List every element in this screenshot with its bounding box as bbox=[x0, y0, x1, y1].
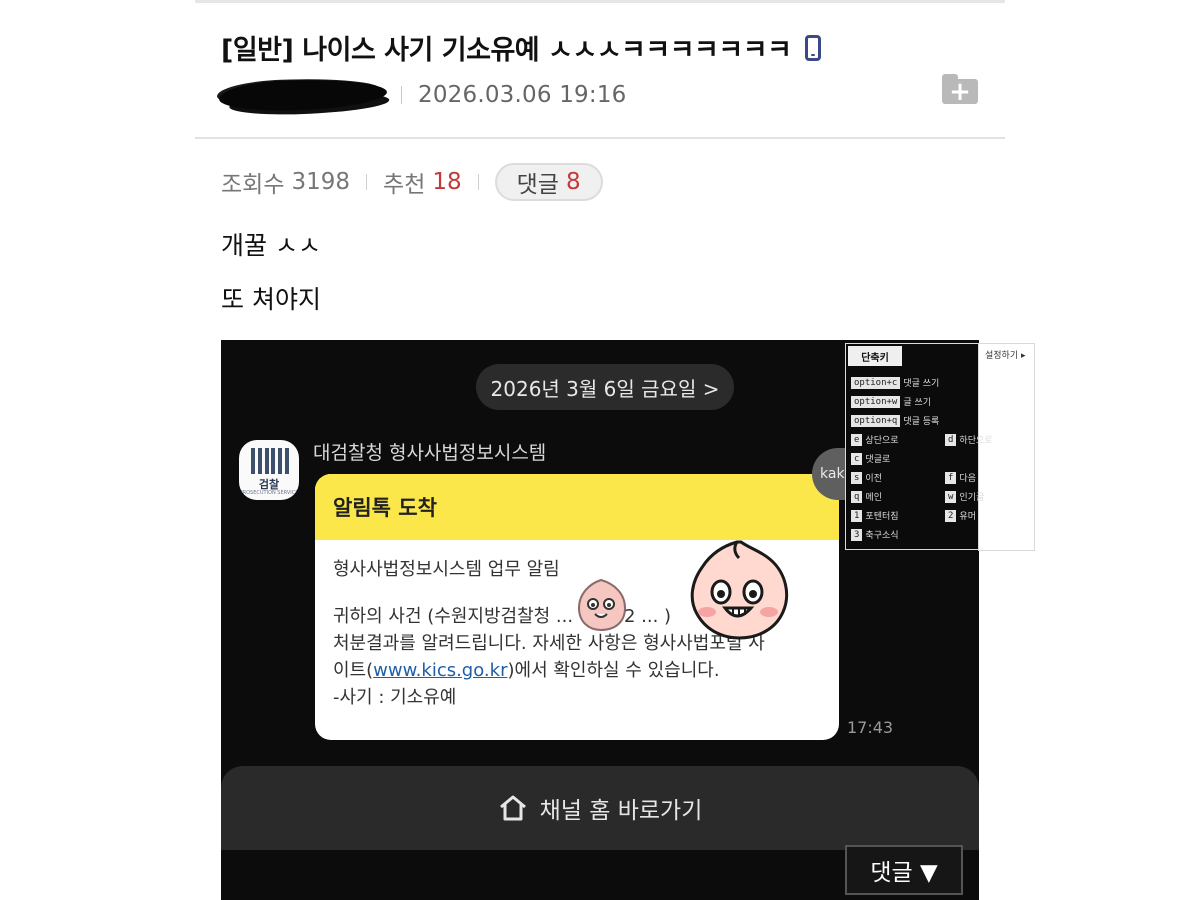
shortcut-label: 댓글 쓰기 bbox=[903, 379, 940, 389]
prosecution-logo-avatar: 검찰 PROSECUTION SERVICE bbox=[239, 440, 299, 500]
shortcut-item: 3 축구소식 bbox=[851, 528, 899, 541]
shortcut-label: 글 쓰기 bbox=[903, 398, 932, 408]
shortcut-key: d bbox=[945, 433, 957, 446]
folder-plus-icon: + bbox=[942, 79, 978, 105]
shortcut-popup: 단축키 option+c 댓글 쓰기 option+w 글 쓰기 option+q 댓… bbox=[845, 343, 993, 550]
shortcut-item: option+c 댓글 쓰기 bbox=[851, 376, 939, 389]
card-title: 알림톡 도착 bbox=[315, 474, 839, 540]
shortcut-item: e 상단으로 bbox=[851, 433, 899, 446]
shortcut-item: 1 포텐터짐 bbox=[851, 509, 899, 522]
card-text: 이트( bbox=[333, 660, 374, 681]
shortcut-popup-extension bbox=[978, 343, 1035, 551]
recommend-count: 18 bbox=[432, 169, 462, 195]
shortcut-item: f 다음 bbox=[945, 471, 976, 484]
peach-character-sticker bbox=[690, 540, 789, 640]
chat-date-pill: 2026년 3월 6일 금요일 > bbox=[476, 364, 734, 410]
shortcut-key: e bbox=[851, 433, 863, 446]
card-text: )에서 확인하실 수 있습니다. bbox=[507, 660, 720, 681]
shortcut-item: q 메인 bbox=[851, 490, 882, 503]
post-stats: 조회수 3198 추천 18 댓글 8 bbox=[221, 163, 603, 201]
shortcut-label: 메인 bbox=[865, 493, 882, 503]
comment-label: 댓글 bbox=[516, 172, 559, 198]
comment-count: 8 bbox=[565, 169, 581, 195]
shortcut-label: 포텐터짐 bbox=[865, 512, 899, 522]
shortcut-key: option+c bbox=[851, 376, 901, 389]
shortcut-key: q bbox=[851, 490, 863, 503]
comment-float-button[interactable]: 댓글 ▼ bbox=[845, 845, 963, 895]
shortcut-key: w bbox=[945, 490, 957, 503]
shortcut-label: 유머 bbox=[959, 512, 976, 522]
kics-link: www.kics.go.kr bbox=[373, 660, 508, 681]
shortcut-title: 단축키 bbox=[848, 346, 902, 366]
shortcut-key: option+q bbox=[851, 414, 901, 427]
views-count: 3198 bbox=[291, 169, 351, 195]
post-title-text: [일반] 나이스 사기 기소유예 ㅅㅅㅅㅋㅋㅋㅋㅋㅋㅋ bbox=[221, 35, 792, 66]
separator bbox=[366, 174, 368, 190]
sender-name: 대검찰청 형사사법정보시스템 bbox=[313, 442, 547, 464]
card-line: 이트(www.kics.go.kr)에서 확인하실 수 있습니다. bbox=[333, 657, 821, 684]
shortcut-label: 인기글 bbox=[959, 493, 985, 503]
author-row: 2026.03.06 19:16 bbox=[218, 77, 627, 113]
shortcut-label: 축구소식 bbox=[865, 531, 899, 541]
post-title: [일반] 나이스 사기 기소유예 ㅅㅅㅅㅋㅋㅋㅋㅋㅋㅋ bbox=[221, 28, 822, 67]
top-divider bbox=[195, 0, 1005, 3]
shortcut-item: 2 유머 bbox=[945, 509, 976, 522]
redacted-author-name bbox=[218, 77, 388, 113]
shortcut-label: 다음 bbox=[959, 474, 976, 484]
shortcut-item: c 댓글로 bbox=[851, 452, 890, 465]
shortcut-item: s 이전 bbox=[851, 471, 882, 484]
shortcut-label: 댓글 등록 bbox=[903, 417, 940, 427]
channel-home-button: 채널 홈 바로가기 bbox=[221, 766, 979, 850]
shortcut-key: option+w bbox=[851, 395, 901, 408]
shortcut-item: option+w 글 쓰기 bbox=[851, 395, 931, 408]
message-time: 17:43 bbox=[847, 718, 894, 737]
shortcut-key: c bbox=[851, 452, 863, 465]
shortcut-key: 1 bbox=[851, 509, 863, 522]
comment-count-button[interactable]: 댓글 8 bbox=[494, 163, 603, 201]
logo-bars bbox=[251, 448, 289, 474]
header-divider bbox=[195, 137, 1005, 139]
shortcut-key: 3 bbox=[851, 528, 863, 541]
channel-home-label: 채널 홈 바로가기 bbox=[539, 798, 703, 824]
shortcut-item: option+q 댓글 등록 bbox=[851, 414, 939, 427]
add-to-folder-button[interactable]: + bbox=[942, 74, 978, 105]
shortcut-item: d 하단으로 bbox=[945, 433, 993, 446]
shortcut-label: 하단으로 bbox=[959, 436, 993, 446]
post-date: 2026.03.06 19:16 bbox=[418, 82, 627, 108]
recommend-label: 추천 bbox=[383, 172, 426, 198]
views-label: 조회수 bbox=[221, 172, 285, 198]
shortcut-label: 이전 bbox=[865, 474, 882, 484]
settings-label: 설정하기 bbox=[985, 351, 1019, 361]
post-body-line: 개꿀 ㅅㅅ bbox=[221, 231, 321, 260]
shortcut-key: 2 bbox=[945, 509, 957, 522]
shortcut-settings-link[interactable]: 설정하기 ▸ bbox=[985, 348, 1026, 361]
shortcut-item: w 인기글 bbox=[945, 490, 984, 503]
mobile-phone-icon bbox=[805, 34, 822, 61]
shortcut-label: 댓글로 bbox=[865, 455, 891, 465]
separator bbox=[401, 86, 402, 104]
shortcut-key: f bbox=[945, 471, 957, 484]
home-icon bbox=[499, 795, 526, 821]
card-line: -사기 : 기소유예 bbox=[333, 687, 457, 708]
chevron-right-icon: ▸ bbox=[1021, 351, 1026, 361]
shortcut-label: 상단으로 bbox=[865, 436, 899, 446]
separator bbox=[477, 174, 479, 190]
small-peach-sticker bbox=[577, 578, 627, 632]
shortcut-key: s bbox=[851, 471, 863, 484]
avatar-sublabel: PROSECUTION SERVICE bbox=[239, 490, 299, 496]
post-body-line: 또 쳐야지 bbox=[221, 285, 321, 314]
